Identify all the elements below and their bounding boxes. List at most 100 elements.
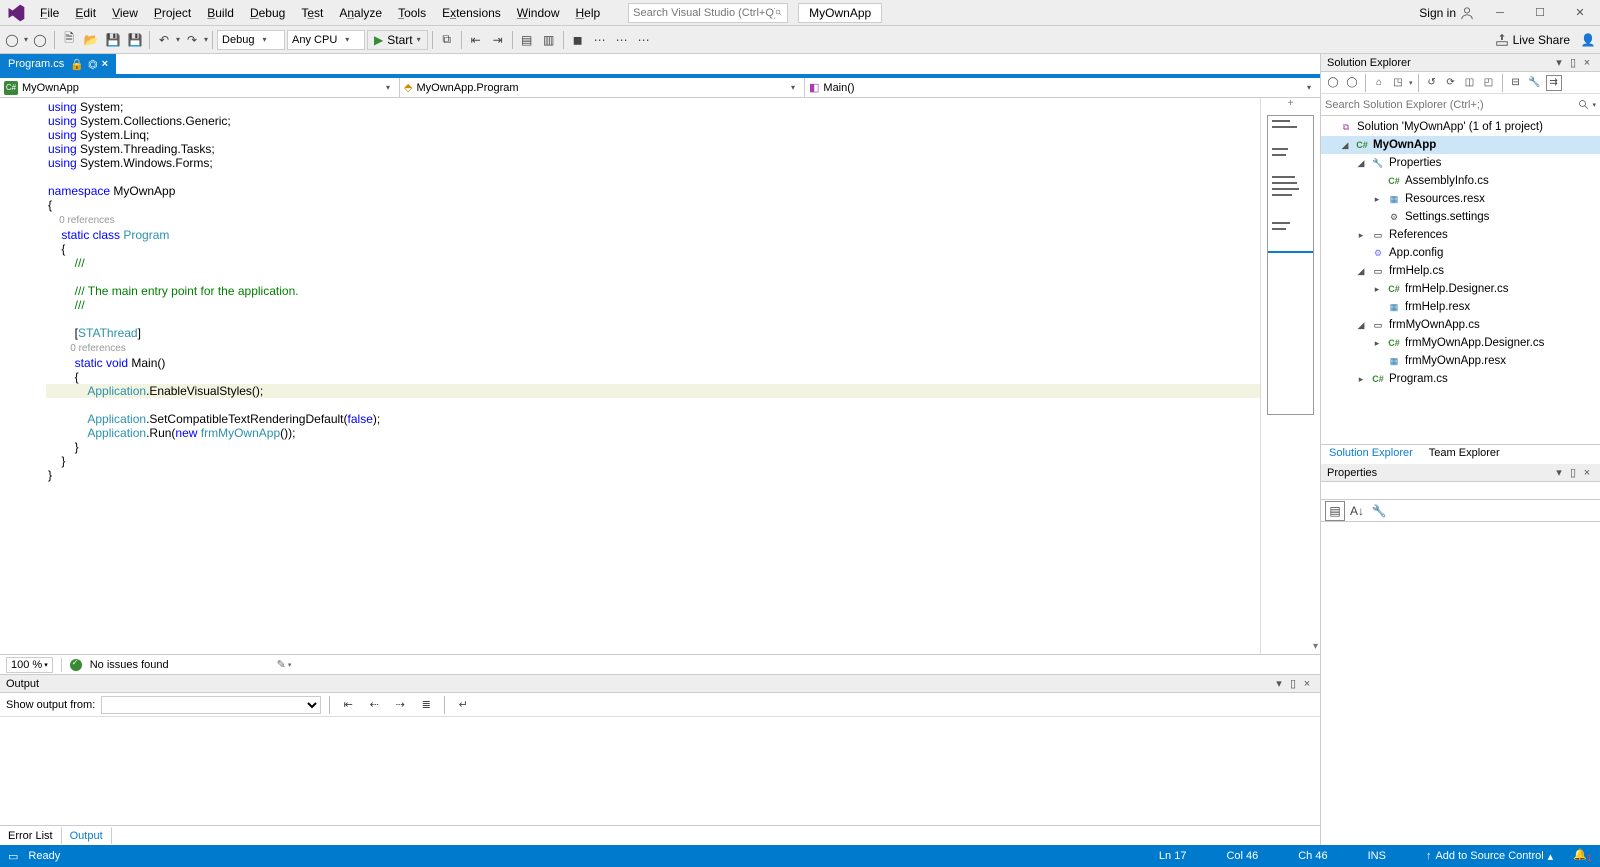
nav-member[interactable]: ◧ Main() ▾ — [805, 78, 1320, 97]
node-frmapp-resx[interactable]: ▦frmMyOwnApp.resx — [1321, 352, 1600, 370]
nav-back-icon[interactable]: ◯ — [2, 30, 22, 50]
pane-pin-icon[interactable]: ▯ — [1286, 677, 1300, 690]
menu-edit[interactable]: Edit — [67, 2, 104, 24]
output-body[interactable] — [0, 717, 1320, 825]
menu-window[interactable]: Window — [509, 2, 568, 24]
bookmark-icon[interactable]: ◼ — [568, 30, 588, 50]
menu-help[interactable]: Help — [567, 2, 608, 24]
pane-dropdown-icon[interactable]: ▾ — [1272, 677, 1286, 690]
uncomment-icon[interactable]: ▥ — [539, 30, 559, 50]
save-icon[interactable]: 💾 — [103, 30, 123, 50]
output-clear-icon[interactable]: ≣ — [416, 695, 436, 715]
node-frmhelp-designer[interactable]: ▸C#frmHelp.Designer.cs — [1321, 280, 1600, 298]
se-home-icon[interactable]: ⌂ — [1371, 75, 1387, 91]
prop-close-icon[interactable]: × — [1580, 467, 1594, 479]
se-dd-icon[interactable]: ▾ — [1552, 56, 1566, 69]
tab-output[interactable]: Output — [61, 827, 112, 844]
code-editor[interactable]: using System; using System.Collections.G… — [46, 98, 1260, 654]
solution-search-input[interactable] — [1325, 99, 1578, 111]
se-showall-icon[interactable]: ◰ — [1481, 75, 1497, 91]
node-frmhelp[interactable]: ◢▭frmHelp.cs — [1321, 262, 1600, 280]
nav-fwd-icon[interactable]: ◯ — [30, 30, 50, 50]
se-collapse-icon[interactable]: ◫ — [1462, 75, 1478, 91]
maximize-button[interactable]: ☐ — [1520, 3, 1560, 23]
close-tab-icon[interactable]: × — [102, 58, 108, 71]
tb-misc-1[interactable]: ⋯ — [590, 30, 610, 50]
source-control-button[interactable]: ↑ Add to Source Control ▴ — [1426, 850, 1553, 863]
se-pin-icon[interactable]: ▯ — [1566, 56, 1580, 69]
menu-analyze[interactable]: Analyze — [331, 2, 390, 24]
tab-team-explorer[interactable]: Team Explorer — [1421, 445, 1508, 464]
output-goto-icon[interactable]: ⇤ — [338, 695, 358, 715]
node-appconfig[interactable]: ⚙App.config — [1321, 244, 1600, 262]
tb-misc-3[interactable]: ⋯ — [634, 30, 654, 50]
menu-extensions[interactable]: Extensions — [434, 2, 509, 24]
menu-tools[interactable]: Tools — [390, 2, 434, 24]
config-combo[interactable]: Debug▾ — [217, 30, 285, 50]
node-solution[interactable]: ⧉Solution 'MyOwnApp' (1 of 1 project) — [1321, 118, 1600, 136]
notifications-icon[interactable]: 🔔1 — [1573, 848, 1592, 863]
tab-error-list[interactable]: Error List — [0, 828, 61, 844]
node-settings[interactable]: ⚙Settings.settings — [1321, 208, 1600, 226]
menu-build[interactable]: Build — [199, 2, 242, 24]
menu-test[interactable]: Test — [293, 2, 331, 24]
output-header[interactable]: Output ▾ ▯ × — [0, 675, 1320, 693]
tab-solution-explorer[interactable]: Solution Explorer — [1321, 445, 1421, 464]
new-project-icon[interactable]: 🗎 — [59, 30, 79, 50]
platform-combo[interactable]: Any CPU▾ — [287, 30, 365, 50]
comment-icon[interactable]: ▤ — [517, 30, 537, 50]
prop-pin-icon[interactable]: ▯ — [1566, 466, 1580, 479]
output-prev-icon[interactable]: ⇠ — [364, 695, 384, 715]
se-fwd-icon[interactable]: ◯ — [1344, 75, 1360, 91]
indent-less-icon[interactable]: ⇤ — [466, 30, 486, 50]
se-view-icon[interactable]: ⇉ — [1546, 75, 1562, 91]
prop-events-icon[interactable]: 🔧 — [1369, 501, 1389, 521]
output-next-icon[interactable]: ⇢ — [390, 695, 410, 715]
menu-view[interactable]: View — [104, 2, 146, 24]
pane-close-icon[interactable]: × — [1300, 678, 1314, 690]
feedback-icon[interactable]: 👤 — [1578, 30, 1598, 50]
node-frmhelp-resx[interactable]: ▦frmHelp.resx — [1321, 298, 1600, 316]
pin-icon[interactable]: ⏣ — [88, 58, 98, 71]
se-close-icon[interactable]: × — [1580, 57, 1594, 69]
close-button[interactable]: ✕ — [1560, 3, 1600, 23]
se-scope-icon[interactable]: ◳ — [1390, 75, 1406, 91]
node-assemblyinfo[interactable]: C#AssemblyInfo.cs — [1321, 172, 1600, 190]
scroll-down-icon[interactable]: ▾ — [1313, 641, 1318, 652]
live-share-button[interactable]: Live Share — [1489, 33, 1576, 47]
node-program[interactable]: ▸C#Program.cs — [1321, 370, 1600, 388]
search-input[interactable] — [633, 7, 775, 19]
solution-name-combo[interactable]: MyOwnApp — [798, 3, 882, 23]
redo-icon[interactable]: ↷ — [182, 30, 202, 50]
zoom-combo[interactable]: 100 %▾ — [6, 657, 53, 673]
se-properties-icon[interactable]: ⊟ — [1508, 75, 1524, 91]
prop-cat-icon[interactable]: ▤ — [1325, 501, 1345, 521]
prop-alpha-icon[interactable]: A↓ — [1347, 501, 1367, 521]
open-file-icon[interactable]: 📂 — [81, 30, 101, 50]
se-sync-icon[interactable]: ↺ — [1424, 75, 1440, 91]
output-from-combo[interactable] — [101, 696, 321, 714]
node-project[interactable]: ◢C#MyOwnApp — [1321, 136, 1600, 154]
properties-grid[interactable] — [1321, 522, 1600, 845]
node-frmapp[interactable]: ◢▭frmMyOwnApp.cs — [1321, 316, 1600, 334]
tab-program-cs[interactable]: Program.cs 🔒⏣× — [0, 54, 116, 74]
se-refresh-icon[interactable]: ⟳ — [1443, 75, 1459, 91]
minimap[interactable]: + ▾ — [1260, 98, 1320, 654]
tb-misc-2[interactable]: ⋯ — [612, 30, 632, 50]
node-properties[interactable]: ◢🔧Properties — [1321, 154, 1600, 172]
nav-project[interactable]: C# MyOwnApp ▾ — [0, 78, 400, 97]
node-resources[interactable]: ▸▦Resources.resx — [1321, 190, 1600, 208]
start-button[interactable]: ▶Start▾ — [367, 30, 428, 50]
node-references[interactable]: ▸▭References — [1321, 226, 1600, 244]
nav-class[interactable]: ⬘ MyOwnApp.Program ▾ — [400, 78, 805, 97]
step-icon[interactable]: ⧉ — [437, 30, 457, 50]
solution-explorer-title[interactable]: Solution Explorer ▾ ▯ × — [1321, 54, 1600, 72]
menu-project[interactable]: Project — [146, 2, 199, 24]
menu-debug[interactable]: Debug — [242, 2, 293, 24]
pen-menu[interactable]: ✎▾ — [277, 658, 292, 671]
node-frmapp-designer[interactable]: ▸C#frmMyOwnApp.Designer.cs — [1321, 334, 1600, 352]
se-back-icon[interactable]: ◯ — [1325, 75, 1341, 91]
se-preview-icon[interactable]: 🔧 — [1527, 75, 1543, 91]
sign-in-button[interactable]: Sign in — [1413, 4, 1480, 22]
undo-icon[interactable]: ↶ — [154, 30, 174, 50]
